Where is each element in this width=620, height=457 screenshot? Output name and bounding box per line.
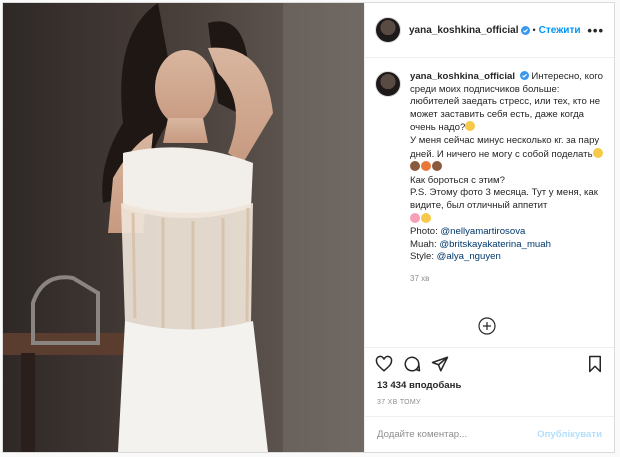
heart-icon[interactable] — [375, 355, 393, 373]
more-options-button[interactable]: ••• — [587, 23, 604, 38]
comments-section: yana_koshkina_official Интересно, кого с… — [365, 59, 614, 347]
likes-count[interactable]: 13 434 вподобань — [377, 380, 461, 391]
grinning-sweat-emoji-icon — [421, 212, 431, 223]
post-card: yana_koshkina_official • Стежити ••• yan… — [2, 2, 615, 453]
header-separator: • — [532, 25, 536, 35]
caption-line-2: У меня сейчас минус несколько кг. за пар… — [410, 134, 600, 160]
load-more-icon[interactable] — [478, 317, 496, 335]
caption-line-4: P.S. Этому фото 3 месяца. Тут у меня, ка… — [410, 187, 598, 211]
post-photo[interactable] — [3, 3, 364, 452]
bookmark-icon[interactable] — [586, 355, 604, 373]
photo-credit-label: Photo: — [410, 226, 441, 238]
muah-credit-label: Muah: — [410, 238, 440, 250]
post-sidebar: yana_koshkina_official • Стежити ••• yan… — [364, 3, 614, 452]
photo-credit-mention[interactable]: @nellyamartirosova — [440, 226, 525, 237]
action-bar — [365, 347, 614, 379]
verified-badge-icon — [519, 71, 529, 80]
caption-avatar[interactable] — [375, 71, 401, 97]
see-no-evil-monkey-emoji-icon — [410, 161, 420, 172]
author-avatar[interactable] — [375, 17, 401, 43]
thinking-emoji-icon — [465, 121, 476, 132]
post-photo-image — [3, 3, 364, 452]
caption-time: 37 хв — [410, 273, 430, 283]
share-icon[interactable] — [431, 355, 449, 373]
muah-credit-mention[interactable]: @britskayakaterina_muah — [439, 239, 551, 250]
hugging-emoji-icon — [421, 161, 431, 172]
publish-button[interactable]: Опублікувати — [537, 429, 602, 440]
style-credit-mention[interactable]: @alya_nguyen — [437, 251, 501, 262]
comment-input[interactable] — [377, 429, 538, 440]
author-username[interactable]: yana_koshkina_official — [409, 25, 519, 36]
caption-line-3: Как бороться с этим? — [410, 174, 505, 186]
caption: yana_koshkina_official Интересно, кого с… — [375, 71, 604, 286]
posted-time[interactable]: 37 ХВ ТОМУ — [377, 399, 421, 406]
caption-text: yana_koshkina_official Интересно, кого с… — [410, 71, 604, 286]
style-credit-label: Style: — [410, 251, 437, 263]
pig-emoji-icon — [410, 212, 420, 223]
add-comment-bar: Опублікувати — [365, 416, 614, 452]
comment-icon[interactable] — [403, 355, 421, 373]
verified-badge-icon — [520, 25, 530, 35]
post-header: yana_koshkina_official • Стежити ••• — [365, 3, 614, 58]
caption-username[interactable]: yana_koshkina_official — [410, 71, 515, 82]
sweat-smile-emoji-icon — [592, 147, 603, 158]
bread-emoji-icon — [432, 161, 442, 172]
follow-button[interactable]: Стежити — [539, 25, 581, 36]
